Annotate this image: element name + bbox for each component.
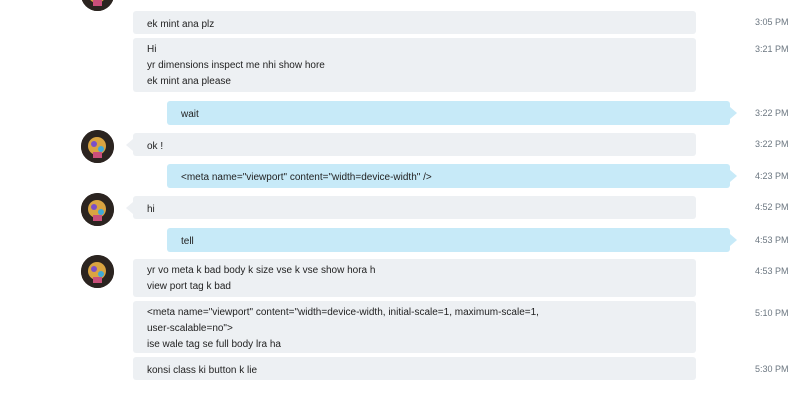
avatar[interactable] [81,193,114,226]
message-text: yr vo meta k bad body k size vse k vse s… [147,265,376,276]
message-bubble[interactable]: konsi class ki button k lie [133,357,696,380]
avatar[interactable] [81,255,114,288]
message-timestamp: 3:05 PM [755,17,789,27]
message-text: user-scalable=no"> [147,323,233,334]
avatar[interactable] [81,0,114,11]
message-timestamp: 5:10 PM [755,308,789,318]
message-bubble[interactable]: ek mint ana plz [133,11,696,34]
user-avatar-icon [81,193,114,226]
message-text: ek mint ana plz [147,19,215,30]
message-text: konsi class ki button k lie [147,365,258,376]
user-avatar-icon [81,130,114,163]
message-text: tell [181,236,194,247]
message-text: <meta name="viewport" content="width=dev… [147,307,539,318]
message-text: wait [181,109,199,120]
user-avatar-icon [81,0,114,11]
message-text: ek mint ana please [147,76,231,87]
message-timestamp: 4:53 PM [755,266,789,276]
message-text: ise wale tag se full body lra ha [147,339,281,350]
message-bubble[interactable]: yr vo meta k bad body k size vse k vse s… [133,259,696,297]
message-bubble[interactable]: ok ! [126,133,696,156]
message-timestamp: 3:21 PM [755,44,789,54]
message-text: view port tag k bad [147,281,231,292]
message-bubble[interactable]: tell [167,228,737,252]
message-bubble[interactable]: wait [167,101,737,125]
message-bubble[interactable]: hi [126,196,696,219]
message-timestamp: 4:52 PM [755,202,789,212]
message-bubble[interactable]: Hi yr dimensions inspect me nhi show hor… [133,38,696,92]
message-timestamp: 4:53 PM [755,235,789,245]
message-text: Hi [147,44,157,55]
avatar[interactable] [81,130,114,163]
message-text: yr dimensions inspect me nhi show hore [147,60,325,71]
message-bubble[interactable]: <meta name="viewport" content="width=dev… [167,164,737,188]
message-timestamp: 5:30 PM [755,364,789,374]
user-avatar-icon [81,255,114,288]
message-text: hi [147,204,155,215]
message-text: ok ! [147,141,164,152]
message-timestamp: 3:22 PM [755,139,789,149]
message-timestamp: 4:23 PM [755,171,789,181]
message-text: <meta name="viewport" content="width=dev… [181,172,432,183]
message-timestamp: 3:22 PM [755,108,789,118]
message-bubble[interactable]: <meta name="viewport" content="width=dev… [133,301,696,353]
